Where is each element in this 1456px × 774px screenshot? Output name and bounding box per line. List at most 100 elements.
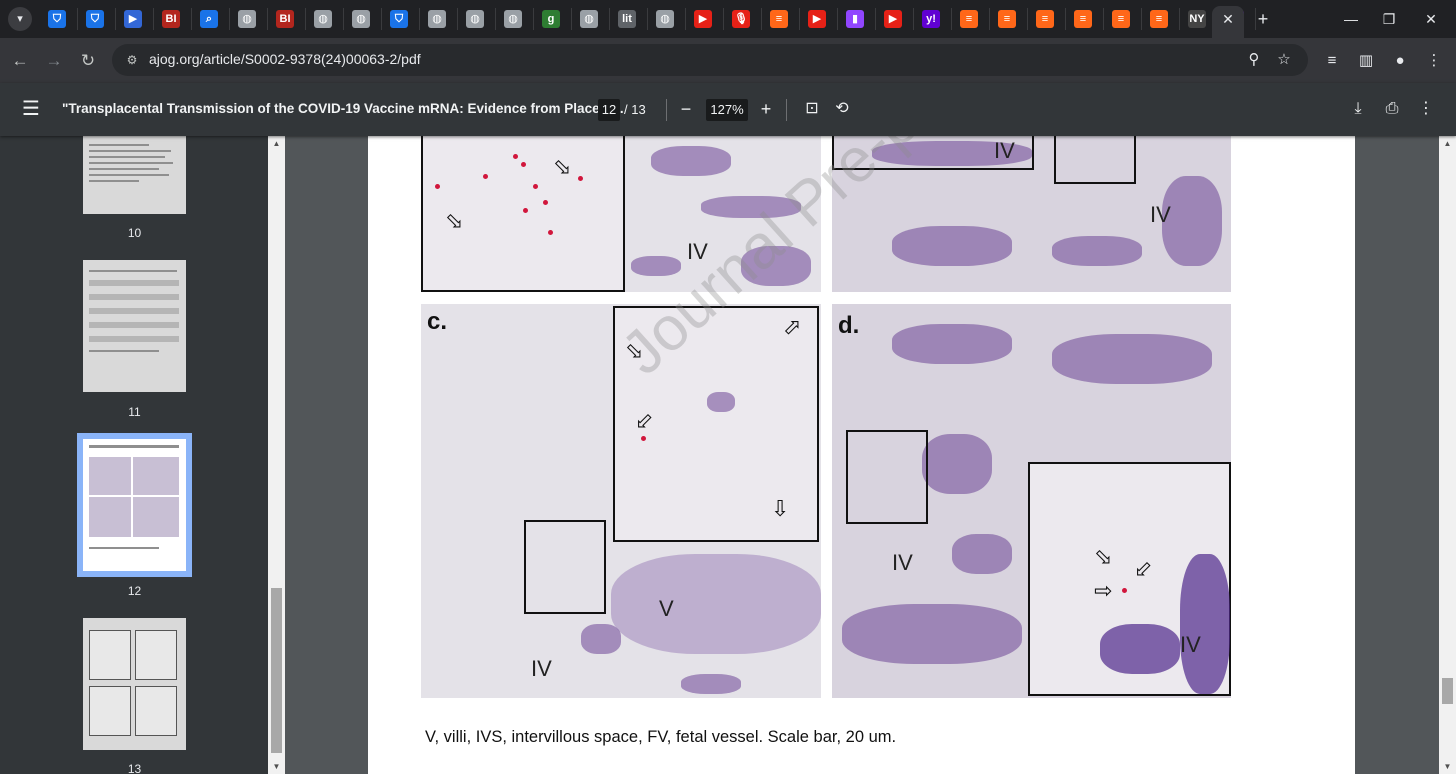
thumbnail-page-11[interactable] bbox=[83, 260, 186, 392]
iv-label: IV bbox=[994, 138, 1015, 163]
browser-menu-icon[interactable]: ⋮ bbox=[1422, 49, 1446, 73]
tab-shield-icon: ⛉ bbox=[86, 10, 104, 28]
minimize-icon[interactable]: — bbox=[1340, 8, 1362, 30]
zoom-level-input[interactable]: 127% bbox=[706, 99, 748, 121]
tab-bi-icon: BI bbox=[162, 10, 180, 28]
browser-tab[interactable]: ◍ bbox=[458, 8, 496, 30]
browser-tab[interactable]: ≡ bbox=[952, 8, 990, 30]
tab-substack-icon: ≡ bbox=[960, 10, 978, 28]
forward-icon[interactable]: → bbox=[42, 49, 66, 73]
thumbnail-page-13[interactable] bbox=[83, 618, 186, 750]
zoom-out-icon[interactable]: − bbox=[674, 97, 698, 121]
tab-lit-icon: lit bbox=[618, 10, 636, 28]
browser-tab[interactable]: ◍ bbox=[344, 8, 382, 30]
browser-tab[interactable]: BI bbox=[268, 8, 306, 30]
back-icon[interactable]: ← bbox=[8, 49, 32, 73]
browser-tab[interactable]: BI bbox=[154, 8, 192, 30]
zoom-in-icon[interactable]: + bbox=[754, 97, 778, 121]
tab-search-button[interactable]: ▾ bbox=[8, 7, 32, 31]
new-tab-button[interactable]: + bbox=[1252, 8, 1274, 30]
print-icon[interactable]: ⎙ bbox=[1380, 97, 1404, 121]
browser-tab[interactable]: y! bbox=[914, 8, 952, 30]
active-tab-close-icon[interactable]: ✕ bbox=[1212, 6, 1244, 38]
pdf-more-icon[interactable]: ⋮ bbox=[1414, 97, 1438, 121]
tab-bookmark-icon: ▶ bbox=[124, 10, 142, 28]
tab-substack-icon: ≡ bbox=[770, 10, 788, 28]
tab-globe-icon: ◍ bbox=[238, 10, 256, 28]
bookmark-star-icon[interactable]: ☆ bbox=[1274, 50, 1294, 70]
arrow-marker-icon: ⬃ bbox=[635, 408, 654, 433]
reload-icon[interactable]: ↻ bbox=[76, 49, 100, 73]
download-icon[interactable]: ⤓ bbox=[1346, 97, 1370, 121]
reading-list-icon[interactable]: ≡ bbox=[1320, 49, 1344, 73]
tab-substack-icon: ≡ bbox=[1112, 10, 1130, 28]
browser-tab[interactable]: ▶ bbox=[116, 8, 154, 30]
browser-tab[interactable]: ◍ bbox=[496, 8, 534, 30]
figure-panel-d: d. IV ⬂ ⬃ ⇨ IV bbox=[832, 304, 1231, 698]
figure-box bbox=[846, 430, 928, 524]
browser-tab[interactable]: 🎙 bbox=[724, 8, 762, 30]
tab-strip: ▾ ⛉⛉▶BI⌕◍BI◍◍⛉◍◍◍g◍lit◍▶🎙≡▶▮▶y!≡≡≡≡≡≡NY✉… bbox=[0, 0, 1456, 38]
browser-tab[interactable]: ◍ bbox=[230, 8, 268, 30]
browser-tab[interactable]: ≡ bbox=[990, 8, 1028, 30]
browser-tab[interactable]: ◍ bbox=[648, 8, 686, 30]
browser-tab[interactable]: ⛉ bbox=[78, 8, 116, 30]
figure-panel-c: c. ⬀ ⬂ ⬃ ⇩ V IV bbox=[421, 304, 821, 698]
main-scroll-thumb[interactable] bbox=[1442, 678, 1453, 704]
browser-tab[interactable]: ▮ bbox=[838, 8, 876, 30]
address-bar[interactable]: ⚙ ajog.org/article/S0002-9378(24)00063-2… bbox=[112, 44, 1308, 76]
browser-tab[interactable]: ◍ bbox=[572, 8, 610, 30]
thumbnail-page-10[interactable] bbox=[83, 136, 186, 214]
browser-tab[interactable]: ≡ bbox=[1066, 8, 1104, 30]
scroll-down-icon[interactable]: ▼ bbox=[1443, 762, 1452, 771]
main-scrollbar[interactable]: ▲ ▼ bbox=[1439, 136, 1456, 774]
tab-youtube-icon: ▶ bbox=[808, 10, 826, 28]
rotate-icon[interactable]: ⟲ bbox=[830, 97, 854, 121]
iv-label: IV bbox=[1150, 202, 1171, 227]
site-info-icon[interactable]: ⚙ bbox=[122, 50, 142, 70]
browser-tab[interactable]: ≡ bbox=[762, 8, 800, 30]
sidebar-menu-icon[interactable]: ☰ bbox=[20, 98, 42, 120]
figure-box bbox=[1054, 136, 1136, 184]
browser-tab[interactable]: lit bbox=[610, 8, 648, 30]
figure-box bbox=[524, 520, 606, 614]
restore-icon[interactable]: ❐ bbox=[1378, 8, 1400, 30]
page-total: / 13 bbox=[624, 102, 646, 117]
browser-tab[interactable]: ▶ bbox=[800, 8, 838, 30]
arrow-marker-icon: ⬂ bbox=[1094, 544, 1113, 569]
browser-tab[interactable]: ≡ bbox=[1104, 8, 1142, 30]
v-label: V bbox=[659, 596, 674, 621]
profile-icon[interactable]: ● bbox=[1388, 49, 1412, 73]
tab-globe-icon: ◍ bbox=[314, 10, 332, 28]
divider bbox=[666, 99, 667, 121]
tab-substack-icon: ≡ bbox=[1150, 10, 1168, 28]
browser-tab[interactable]: ⛉ bbox=[382, 8, 420, 30]
browser-tab[interactable]: ◍ bbox=[420, 8, 458, 30]
tab-globe-icon: ◍ bbox=[466, 10, 484, 28]
scroll-down-icon[interactable]: ▼ bbox=[272, 762, 281, 771]
zoom-icon[interactable]: ⚲ bbox=[1244, 50, 1264, 70]
page-number-input[interactable]: 12 bbox=[598, 99, 620, 121]
close-window-icon[interactable]: ✕ bbox=[1420, 8, 1442, 30]
browser-tab[interactable]: g bbox=[534, 8, 572, 30]
browser-tab[interactable]: ◍ bbox=[306, 8, 344, 30]
scroll-up-icon[interactable]: ▲ bbox=[272, 139, 281, 148]
arrow-marker-icon: ⬂ bbox=[445, 208, 464, 233]
sidebar-scroll-thumb[interactable] bbox=[271, 588, 282, 753]
browser-tab[interactable]: ▶ bbox=[876, 8, 914, 30]
side-panel-icon[interactable]: ▥ bbox=[1354, 49, 1378, 73]
arrow-marker-icon: ⬀ bbox=[783, 314, 802, 339]
thumbnail-page-12[interactable] bbox=[77, 433, 192, 577]
browser-tab[interactable]: ⛉ bbox=[40, 8, 78, 30]
sidebar-scrollbar[interactable]: ▲ ▼ bbox=[268, 136, 285, 774]
browser-tab[interactable]: ≡ bbox=[1142, 8, 1180, 30]
fit-page-icon[interactable]: ⊡ bbox=[800, 97, 824, 121]
tab-yahoo-icon: y! bbox=[922, 10, 940, 28]
figure-inset: ⬂ ⬂ bbox=[421, 136, 625, 292]
scroll-up-icon[interactable]: ▲ bbox=[1443, 139, 1452, 148]
panel-d-label: d. bbox=[838, 312, 860, 339]
browser-tab[interactable]: ≡ bbox=[1028, 8, 1066, 30]
url-text[interactable]: ajog.org/article/S0002-9378(24)00063-2/p… bbox=[149, 51, 421, 67]
browser-tab[interactable]: ▶ bbox=[686, 8, 724, 30]
browser-tab[interactable]: ⌕ bbox=[192, 8, 230, 30]
